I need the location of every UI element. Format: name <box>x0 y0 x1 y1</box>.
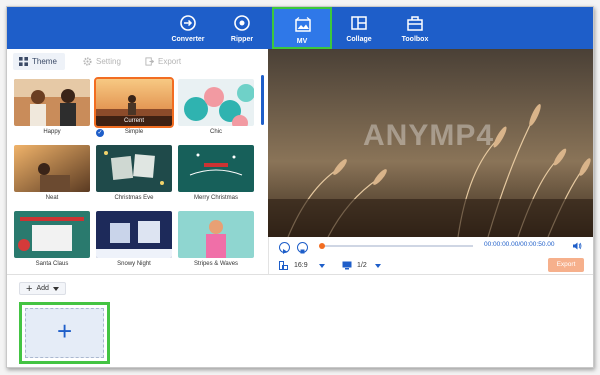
add-button[interactable]: + Add <box>19 282 66 295</box>
monitor-icon <box>342 261 352 270</box>
time-readout: 00:00:00.00/00:00:50.00 <box>484 241 555 248</box>
playback-controls: 00:00:00.00/00:00:50.00 16:9 1/2 Export <box>268 237 593 274</box>
theme-label-simple: Simple <box>124 129 144 135</box>
tab-export[interactable]: Export <box>145 53 181 70</box>
converter-icon <box>180 15 196 31</box>
theme-label-christmas-eve: Christmas Eve <box>114 195 154 201</box>
plus-icon: + <box>26 282 33 295</box>
top-nav-bar: Converter Ripper MV Collage Toolbox <box>7 7 593 49</box>
nav-toolbox[interactable]: Toolbox <box>386 7 444 49</box>
add-dropdown-icon[interactable] <box>52 286 59 291</box>
aspect-ratio-icon <box>279 261 288 270</box>
nav-mv-label: MV <box>296 38 308 45</box>
theme-thumb-christmas-eve[interactable] <box>96 145 172 192</box>
current-tag: Current <box>96 116 172 126</box>
tab-export-label: Export <box>158 57 182 66</box>
tab-theme[interactable]: Theme <box>13 53 65 70</box>
panel-tabs: Theme Setting Export <box>7 49 268 71</box>
tab-setting-label: Setting <box>96 57 121 66</box>
add-media-plus-icon: + <box>57 316 73 346</box>
export-button[interactable]: Export <box>548 258 584 272</box>
progress-knob[interactable] <box>319 243 325 249</box>
nav-converter[interactable]: Converter <box>159 7 217 49</box>
nav-toolbox-label: Toolbox <box>401 36 429 43</box>
tab-setting[interactable]: Setting <box>83 53 121 70</box>
stop-icon <box>300 249 305 254</box>
aspect-ratio-value[interactable]: 16:9 <box>294 262 308 269</box>
theme-label-santa-claus: Santa Claus <box>35 261 69 267</box>
gear-icon <box>83 57 92 66</box>
theme-label-neat: Neat <box>45 195 59 201</box>
theme-thumb-snowy-night[interactable] <box>96 211 172 258</box>
theme-thumb-stripes-waves[interactable] <box>178 211 254 258</box>
mv-icon <box>295 17 311 32</box>
theme-thumb-neat[interactable] <box>14 145 90 192</box>
add-media-slot[interactable]: + <box>25 308 104 358</box>
theme-thumb-simple[interactable]: Current <box>94 77 174 128</box>
theme-thumb-merry-christmas[interactable] <box>178 145 254 192</box>
nav-collage-label: Collage <box>346 36 372 43</box>
ripper-icon <box>234 15 250 31</box>
app-window: Converter Ripper MV Collage Toolbox Them… <box>6 6 594 368</box>
nav-ripper[interactable]: Ripper <box>213 7 271 49</box>
theme-scrollbar[interactable] <box>261 75 264 125</box>
export-icon <box>145 57 154 66</box>
nav-mv[interactable]: MV <box>272 7 332 49</box>
play-icon <box>283 249 287 254</box>
add-media-highlight: + <box>19 302 110 364</box>
page-dropdown-icon[interactable] <box>375 264 381 268</box>
page-indicator: 1/2 <box>357 262 367 269</box>
add-button-label: Add <box>36 285 49 292</box>
theme-label-happy: Happy <box>43 129 61 135</box>
grid-icon <box>19 57 28 66</box>
tab-theme-label: Theme <box>32 57 57 66</box>
progress-track[interactable] <box>321 245 473 247</box>
nav-collage[interactable]: Collage <box>330 7 388 49</box>
theme-thumb-happy[interactable] <box>14 79 90 126</box>
collage-icon <box>351 16 367 30</box>
play-button[interactable] <box>279 242 290 254</box>
theme-label-stripes-waves: Stripes & Waves <box>193 261 239 267</box>
watermark-text: ANYMP4 <box>363 119 495 152</box>
nav-converter-label: Converter <box>171 36 205 43</box>
theme-label-chic: Chic <box>209 129 222 135</box>
theme-thumb-chic[interactable] <box>178 79 254 126</box>
theme-label-merry-christmas: Merry Christmas <box>193 195 238 201</box>
theme-thumb-santa-claus[interactable] <box>14 211 90 258</box>
nav-ripper-label: Ripper <box>230 36 254 43</box>
theme-panel: Theme Setting Export Happy Current ✓ Sim… <box>7 49 268 274</box>
stop-button[interactable] <box>297 242 308 254</box>
timeline-area: + Add + <box>7 274 593 367</box>
toolbox-icon <box>407 16 423 31</box>
theme-label-snowy-night: Snowy Night <box>117 261 151 267</box>
aspect-ratio-dropdown-icon[interactable] <box>319 264 325 268</box>
video-preview: ANYMP4 <box>268 49 593 237</box>
volume-icon[interactable] <box>572 241 582 251</box>
